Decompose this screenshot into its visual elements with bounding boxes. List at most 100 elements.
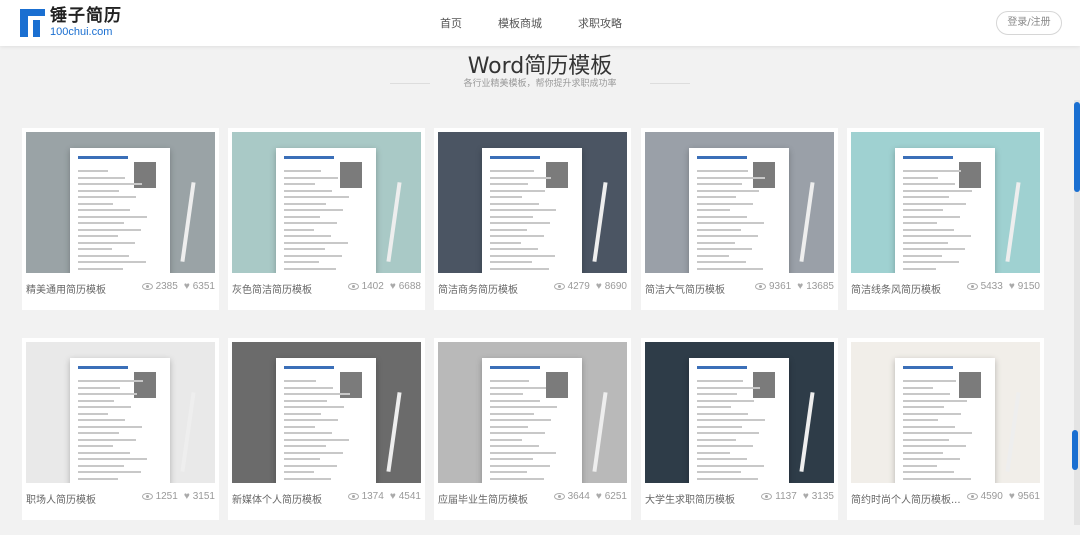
template-card[interactable]: 精美通用简历模板 2385 ♥ 6351: [22, 128, 219, 310]
template-thumbnail[interactable]: [851, 342, 1040, 483]
template-thumbnail[interactable]: [232, 342, 421, 483]
resume-preview: [276, 148, 376, 273]
template-card[interactable]: 简洁商务简历模板 4279 ♥ 8690: [434, 128, 631, 310]
view-count: 9361: [769, 281, 792, 292]
logo-domain: 100chui.com: [50, 26, 113, 38]
nav-job-guide[interactable]: 求职攻略: [578, 15, 622, 31]
eye-icon: [347, 283, 359, 290]
resume-preview: [895, 148, 995, 273]
template-stats: 4590 ♥ 9561: [966, 491, 1040, 502]
eye-icon: [755, 283, 766, 290]
template-stats: 5433 ♥ 9150: [966, 281, 1040, 292]
heart-icon: ♥: [389, 281, 396, 292]
like-count: 6688: [398, 281, 421, 292]
photo-icon: [546, 372, 568, 398]
like-count: 8690: [604, 281, 627, 292]
heart-icon: ♥: [389, 491, 396, 502]
photo-icon: [959, 162, 981, 188]
pen-decoration: [180, 182, 196, 262]
heart-icon: ♥: [183, 491, 190, 502]
template-card[interactable]: 新媒体个人简历模板 1374 ♥ 4541: [228, 338, 425, 520]
login-register-button[interactable]: 登录/注册: [996, 11, 1062, 35]
template-stats: 1251 ♥ 3151: [141, 491, 215, 502]
nav-home[interactable]: 首页: [440, 15, 462, 31]
pen-decoration: [386, 392, 402, 472]
template-thumbnail[interactable]: [438, 342, 627, 483]
scroll-handle[interactable]: [1072, 430, 1078, 470]
view-count: 1137: [775, 491, 797, 502]
template-name[interactable]: 简洁商务简历模板: [438, 281, 518, 296]
pen-decoration: [799, 182, 815, 262]
template-name[interactable]: 职场人简历模板: [26, 491, 96, 506]
section-subtitle-wrap: 各行业精美模板，帮你提升求职成功率: [390, 76, 690, 90]
like-count: 13685: [806, 281, 834, 292]
section-subtitle: 各行业精美模板，帮你提升求职成功率: [463, 79, 617, 89]
template-name[interactable]: 简洁线条风简历模板: [851, 281, 941, 296]
view-count: 3644: [567, 491, 590, 502]
eye-icon: [347, 493, 359, 500]
template-card[interactable]: 简约时尚个人简历模板... 4590 ♥ 9561: [847, 338, 1044, 520]
heart-icon: ♥: [595, 281, 602, 292]
eye-icon: [761, 493, 773, 500]
resume-preview: [689, 148, 789, 273]
template-thumbnail[interactable]: [645, 342, 834, 483]
main-nav: 首页 模板商城 求职攻略: [440, 15, 658, 31]
template-thumbnail[interactable]: [645, 132, 834, 273]
heart-icon: ♥: [802, 491, 809, 502]
template-stats: 1374 ♥ 4541: [347, 491, 421, 502]
photo-icon: [753, 372, 775, 398]
template-name[interactable]: 灰色简洁简历模板: [232, 281, 312, 296]
eye-icon: [966, 283, 978, 290]
like-count: 9561: [1017, 491, 1040, 502]
template-thumbnail[interactable]: [26, 132, 215, 273]
heart-icon: ♥: [1008, 491, 1015, 502]
template-thumbnail[interactable]: [438, 132, 627, 273]
like-count: 6351: [192, 281, 215, 292]
template-name[interactable]: 新媒体个人简历模板: [232, 491, 322, 506]
template-stats: 4279 ♥ 8690: [553, 281, 627, 292]
template-thumbnail[interactable]: [26, 342, 215, 483]
view-count: 4279: [567, 281, 590, 292]
eye-icon: [141, 493, 153, 500]
like-count: 4541: [398, 491, 421, 502]
heart-icon: ♥: [797, 281, 804, 292]
template-thumbnail[interactable]: [232, 132, 421, 273]
template-stats: 2385 ♥ 6351: [141, 281, 215, 292]
template-name[interactable]: 简约时尚个人简历模板...: [851, 491, 961, 506]
template-thumbnail[interactable]: [851, 132, 1040, 273]
template-card[interactable]: 简洁线条风简历模板 5433 ♥ 9150: [847, 128, 1044, 310]
resume-preview: [895, 358, 995, 483]
template-card[interactable]: 简洁大气简历模板 9361 ♥ 13685: [641, 128, 838, 310]
eye-icon: [553, 283, 565, 290]
resume-preview: [70, 148, 170, 273]
pen-decoration: [386, 182, 402, 262]
heart-icon: ♥: [1008, 281, 1015, 292]
view-count: 2385: [155, 281, 178, 292]
template-card[interactable]: 灰色简洁简历模板 1402 ♥ 6688: [228, 128, 425, 310]
pen-decoration: [592, 182, 608, 262]
like-count: 6251: [604, 491, 627, 502]
pen-decoration: [1005, 392, 1021, 472]
resume-preview: [482, 148, 582, 273]
photo-icon: [753, 162, 775, 188]
top-header: 锤子简历 100chui.com 首页 模板商城 求职攻略 登录/注册: [0, 0, 1080, 46]
template-name[interactable]: 大学生求职简历模板: [645, 491, 735, 506]
pen-decoration: [592, 392, 608, 472]
site-logo[interactable]: 锤子简历 100chui.com: [20, 8, 122, 38]
template-name[interactable]: 精美通用简历模板: [26, 281, 106, 296]
resume-preview: [689, 358, 789, 483]
eye-icon: [141, 283, 153, 290]
photo-icon: [959, 372, 981, 398]
scrollbar-thumb[interactable]: [1074, 102, 1080, 192]
nav-template-store[interactable]: 模板商城: [498, 15, 542, 31]
template-card[interactable]: 应届毕业生简历模板 3644 ♥ 6251: [434, 338, 631, 520]
template-name[interactable]: 应届毕业生简历模板: [438, 491, 528, 506]
view-count: 1374: [361, 491, 384, 502]
heart-icon: ♥: [183, 281, 190, 292]
template-name[interactable]: 简洁大气简历模板: [645, 281, 725, 296]
logo-icon: [20, 9, 45, 37]
pen-decoration: [799, 392, 815, 472]
template-card[interactable]: 职场人简历模板 1251 ♥ 3151: [22, 338, 219, 520]
view-count: 5433: [980, 281, 1003, 292]
template-card[interactable]: 大学生求职简历模板 1137 ♥ 3135: [641, 338, 838, 520]
